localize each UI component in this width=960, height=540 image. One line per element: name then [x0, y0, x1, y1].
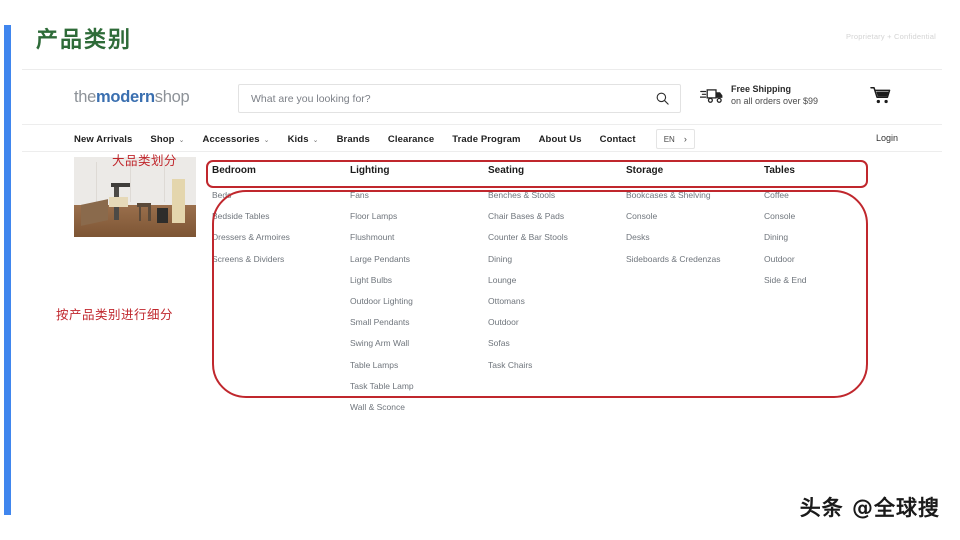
nav-item-trade-program[interactable]: Trade Program [452, 134, 520, 145]
menu-link[interactable]: Sofas [488, 338, 606, 348]
nav-label: Accessories [202, 133, 260, 145]
menu-link[interactable]: Counter & Bar Stools [488, 232, 606, 242]
nav-item-about-us[interactable]: About Us [539, 134, 582, 145]
nav-list: New Arrivals Shop ⌄ Accessories ⌄ Kids ⌄… [74, 125, 695, 153]
slide-canvas: 产品类别 Proprietary + Confidential themoder… [0, 0, 960, 540]
page-title: 产品类别 [36, 28, 133, 53]
nav-label: Shop [150, 133, 175, 145]
menu-link[interactable]: Console [626, 211, 744, 221]
menu-link[interactable]: Outdoor Lighting [350, 296, 468, 306]
menu-link[interactable]: Outdoor [764, 254, 882, 264]
chevron-down-icon: ⌄ [178, 137, 185, 144]
menu-link[interactable]: Benches & Stools [488, 190, 606, 200]
nav-label: Kids [287, 133, 309, 145]
column-header: Lighting [350, 165, 390, 176]
menu-link[interactable]: Bedside Tables [212, 211, 330, 221]
search-box[interactable] [238, 84, 681, 113]
chevron-down-icon: ⌄ [263, 137, 270, 144]
logo-part-shop: shop [154, 88, 190, 106]
shipping-title: Free Shipping [731, 84, 792, 94]
menu-link[interactable]: Bookcases & Shelving [626, 190, 744, 200]
menu-link[interactable]: Beds [212, 190, 330, 200]
title-divider [22, 69, 942, 70]
language-code: EN [663, 134, 675, 144]
free-shipping-block: Free Shipping on all orders over $99 [700, 84, 818, 108]
site-header: themodernshop What are you looking for? … [22, 72, 942, 124]
nav-item-new-arrivals[interactable]: New Arrivals [74, 134, 132, 145]
left-accent-bar [4, 25, 11, 515]
login-link[interactable]: Login [876, 133, 898, 143]
nav-label: Clearance [387, 133, 435, 145]
menu-link[interactable]: Large Pendants [350, 254, 468, 264]
annotation-label-subcategories: 按产品类别进行细分 [56, 307, 174, 322]
nav-item-shop[interactable]: Shop ⌄ [150, 134, 184, 145]
menu-link[interactable]: Fans [350, 190, 468, 200]
menu-link[interactable]: Screens & Dividers [212, 254, 330, 264]
proprietary-notice: Proprietary + Confidential [845, 32, 936, 41]
site-nav: New Arrivals Shop ⌄ Accessories ⌄ Kids ⌄… [22, 124, 942, 152]
nav-item-kids[interactable]: Kids ⌄ [288, 134, 319, 145]
menu-link[interactable]: Dressers & Armoires [212, 232, 330, 242]
column-header: Bedroom [212, 165, 256, 176]
menu-link[interactable]: Task Chairs [488, 360, 606, 370]
nav-item-contact[interactable]: Contact [600, 134, 636, 145]
menu-link[interactable]: Wall & Sconce [350, 402, 468, 412]
menu-column-bedroom: Bedroom Beds Bedside Tables Dressers & A… [212, 152, 350, 423]
nav-label: Trade Program [452, 133, 521, 145]
column-header: Tables [764, 165, 795, 176]
nav-label: Brands [336, 133, 370, 145]
language-selector[interactable]: EN › [655, 129, 695, 149]
menu-column-tables: Tables Coffee Console Dining Outdoor Sid… [764, 152, 902, 423]
menu-link[interactable]: Floor Lamps [350, 211, 468, 221]
menu-column-lighting: Lighting Fans Floor Lamps Flushmount Lar… [350, 152, 488, 423]
menu-link[interactable]: Ottomans [488, 296, 606, 306]
logo-part-the: the [74, 88, 97, 106]
search-input[interactable] [251, 85, 651, 112]
menu-link[interactable]: Small Pendants [350, 317, 468, 327]
menu-link[interactable]: Sideboards & Credenzas [626, 254, 744, 264]
column-header: Storage [626, 165, 664, 176]
shipping-subtitle: on all orders over $99 [731, 95, 819, 106]
website-screenshot: themodernshop What are you looking for? … [22, 72, 942, 412]
nav-label: New Arrivals [74, 133, 133, 145]
truck-icon [700, 89, 723, 104]
menu-link[interactable]: Swing Arm Wall [350, 338, 468, 348]
menu-column-seating: Seating Benches & Stools Chair Bases & P… [488, 152, 626, 423]
column-header: Seating [488, 165, 525, 176]
logo-part-modern: modern [96, 88, 155, 106]
menu-link[interactable]: Task Table Lamp [350, 381, 468, 391]
menu-link[interactable]: Dining [764, 232, 882, 242]
menu-link[interactable]: Lounge [488, 275, 606, 285]
menu-link[interactable]: Outdoor [488, 317, 606, 327]
promo-image[interactable] [74, 157, 196, 237]
nav-item-brands[interactable]: Brands [337, 134, 370, 145]
search-icon[interactable] [655, 91, 670, 106]
chevron-down-icon: ⌄ [312, 137, 319, 144]
watermark: 头条 @全球搜 [799, 496, 940, 520]
menu-link[interactable]: Coffee [764, 190, 882, 200]
nav-label: Contact [599, 133, 636, 145]
nav-item-accessories[interactable]: Accessories ⌄ [203, 134, 270, 145]
annotation-label-categories: 大品类划分 [112, 153, 178, 168]
mega-menu-columns: Bedroom Beds Bedside Tables Dressers & A… [212, 152, 902, 423]
menu-link[interactable]: Chair Bases & Pads [488, 211, 606, 221]
menu-link[interactable]: Flushmount [350, 232, 468, 242]
menu-link[interactable]: Side & End [764, 275, 882, 285]
menu-column-storage: Storage Bookcases & Shelving Console Des… [626, 152, 764, 423]
menu-link[interactable]: Dining [488, 254, 606, 264]
menu-link[interactable]: Desks [626, 232, 744, 242]
nav-item-clearance[interactable]: Clearance [388, 134, 434, 145]
menu-link[interactable]: Table Lamps [350, 360, 468, 370]
cart-icon[interactable] [870, 86, 891, 105]
nav-label: About Us [538, 133, 582, 145]
menu-link[interactable]: Console [764, 211, 882, 221]
menu-link[interactable]: Light Bulbs [350, 275, 468, 285]
chevron-right-icon: › [683, 134, 687, 144]
mega-menu-panel: Bedroom Beds Bedside Tables Dressers & A… [22, 152, 942, 412]
site-logo[interactable]: themodernshop [74, 88, 190, 107]
